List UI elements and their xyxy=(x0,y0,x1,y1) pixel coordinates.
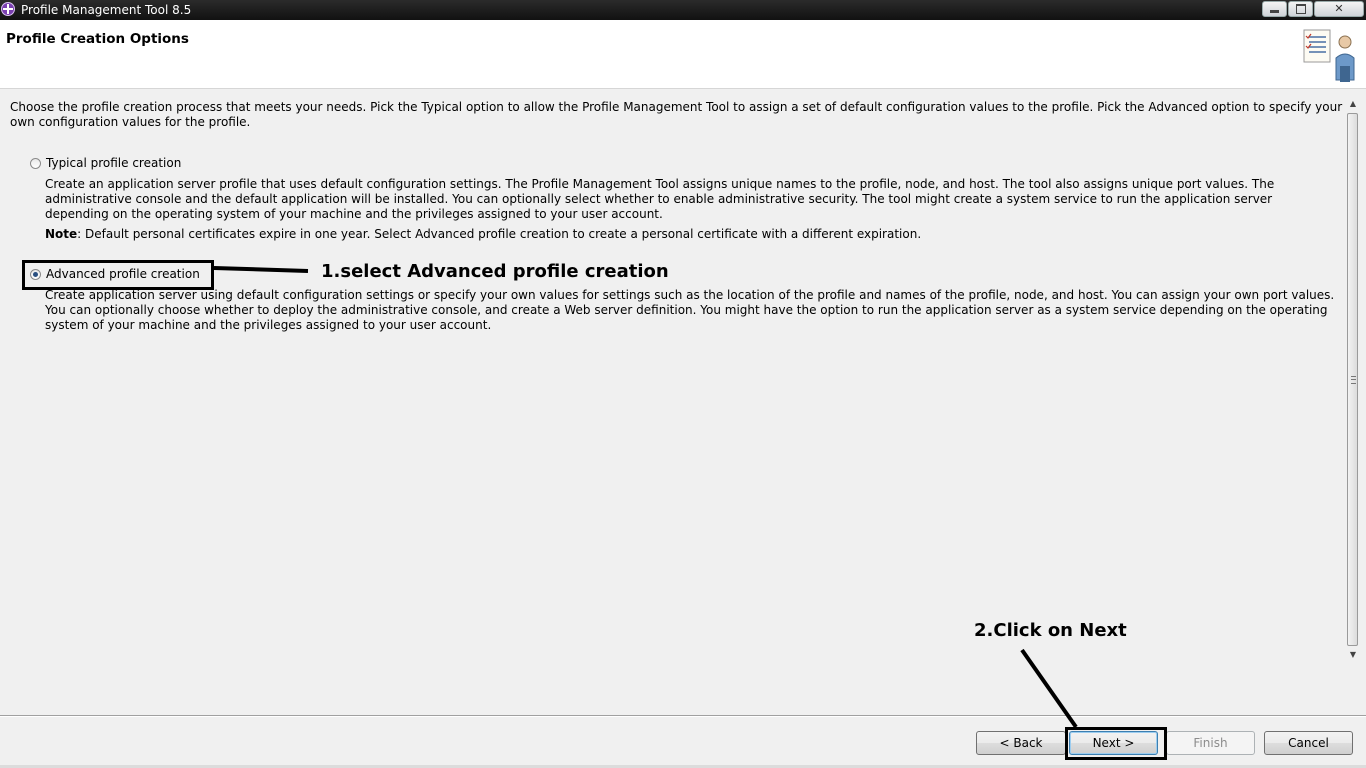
minimize-icon xyxy=(1270,10,1279,13)
finish-button: Finish xyxy=(1166,731,1255,755)
intro-text: Choose the profile creation process that… xyxy=(10,100,1343,129)
maximize-icon xyxy=(1295,4,1306,14)
scroll-down-arrow-icon[interactable]: ▼ xyxy=(1346,648,1360,662)
scroll-up-arrow-icon[interactable]: ▲ xyxy=(1346,97,1360,111)
wizard-checklist-person-icon xyxy=(1303,29,1355,82)
option-typical[interactable]: Typical profile creation xyxy=(30,156,181,170)
footer-separator xyxy=(0,715,1366,717)
app-icon xyxy=(1,2,15,16)
advanced-description: Create application server using default … xyxy=(45,288,1335,332)
note-label: Note xyxy=(45,227,78,241)
typical-label[interactable]: Typical profile creation xyxy=(46,156,181,170)
back-button[interactable]: < Back xyxy=(976,731,1066,755)
annotation-step2: 2.Click on Next xyxy=(974,620,1127,641)
page-title: Profile Creation Options xyxy=(6,31,189,47)
typical-description: Create an application server profile tha… xyxy=(45,177,1275,221)
vertical-scrollbar[interactable]: ▲ ▼ xyxy=(1346,97,1360,662)
note-text: : Default personal certificates expire i… xyxy=(77,227,922,241)
window-title: Profile Management Tool 8.5 xyxy=(21,3,192,17)
close-button[interactable]: ✕ xyxy=(1314,1,1364,17)
cancel-button[interactable]: Cancel xyxy=(1264,731,1353,755)
typical-radio[interactable] xyxy=(30,157,41,169)
typical-note: Note: Default personal certificates expi… xyxy=(45,227,921,241)
scroll-grip-icon xyxy=(1351,376,1356,384)
scroll-thumb[interactable] xyxy=(1347,113,1358,646)
minimize-button[interactable] xyxy=(1262,1,1287,17)
annotation-step1: 1.select Advanced profile creation xyxy=(321,261,669,282)
wizard-header: Profile Creation Options xyxy=(0,20,1366,89)
close-icon: ✕ xyxy=(1334,2,1344,15)
highlight-box-advanced xyxy=(22,260,214,290)
maximize-button[interactable] xyxy=(1288,1,1313,17)
window-title-bar: Profile Management Tool 8.5 ✕ xyxy=(0,0,1366,20)
highlight-box-next xyxy=(1065,727,1167,760)
wizard-content: Choose the profile creation process that… xyxy=(0,89,1345,661)
